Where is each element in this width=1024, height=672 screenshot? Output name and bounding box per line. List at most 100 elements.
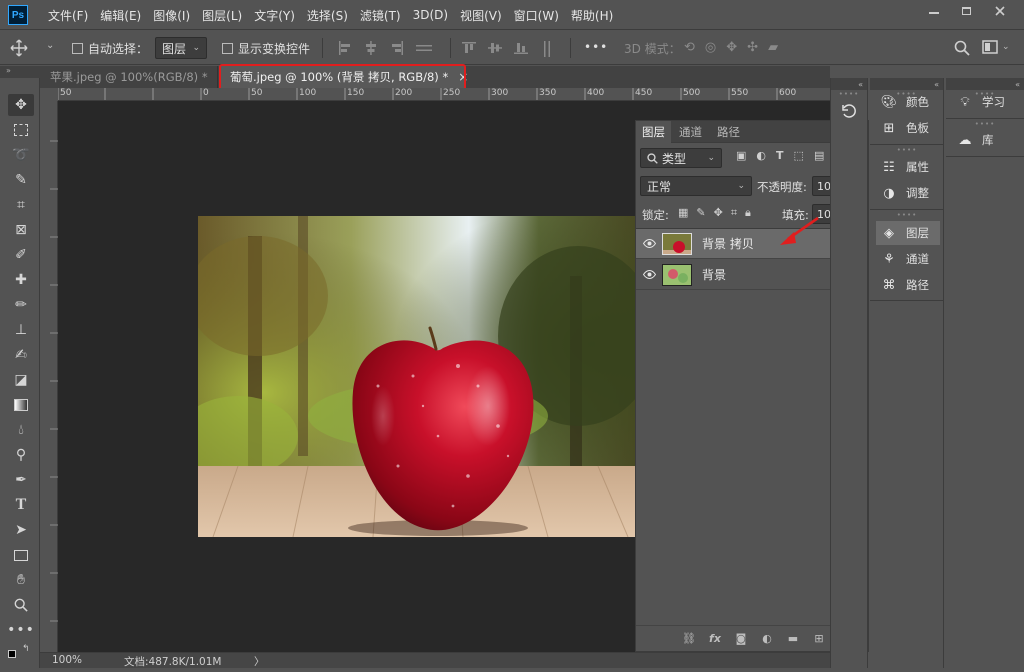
path-selection-tool[interactable]: ➤	[8, 519, 34, 541]
gradient-tool[interactable]	[8, 394, 34, 416]
filter-shape-icon[interactable]: ⬚	[794, 149, 804, 162]
search-button[interactable]	[954, 40, 970, 56]
blur-tool[interactable]: 💧︎	[8, 419, 34, 441]
menu-filter[interactable]: 滤镜(T)	[354, 7, 407, 24]
3d-slide-icon[interactable]: ✣	[747, 40, 758, 55]
new-layer-icon[interactable]: ⊞	[810, 632, 828, 645]
move-tool[interactable]: ✥	[8, 94, 34, 116]
dock-libraries[interactable]: ☁︎ 库	[952, 128, 1016, 152]
align-right-icon[interactable]	[390, 41, 404, 55]
auto-select-target-dropdown[interactable]: 图层 ⌄	[155, 37, 207, 59]
new-adjustment-icon[interactable]: ◐	[758, 632, 776, 645]
align-middle-icon[interactable]	[488, 41, 502, 55]
filter-smart-object-icon[interactable]: ▤	[814, 149, 824, 162]
menu-type[interactable]: 文字(Y)	[248, 7, 301, 24]
add-mask-icon[interactable]: ◙	[732, 632, 750, 645]
tab-paths[interactable]: 路径	[711, 121, 746, 143]
visibility-toggle[interactable]	[636, 239, 662, 248]
eraser-tool[interactable]: ◪	[8, 369, 34, 391]
lock-image-icon[interactable]: ✎	[696, 206, 705, 220]
chevron-down-icon[interactable]: ⌄	[46, 40, 54, 51]
3d-roll-icon[interactable]: ◎	[705, 40, 716, 55]
default-colors-icon[interactable]	[8, 650, 16, 658]
move-tool-preset[interactable]	[10, 39, 28, 57]
filter-type-icon[interactable]: T	[776, 149, 784, 162]
collapse-dock-icon[interactable]: «	[870, 78, 943, 90]
show-transform-checkbox[interactable]	[222, 43, 233, 54]
history-button[interactable]	[831, 102, 867, 120]
marquee-tool[interactable]	[8, 119, 34, 141]
visibility-toggle[interactable]	[636, 270, 662, 279]
edit-toolbar-button[interactable]: •••	[7, 619, 34, 641]
more-options-button[interactable]: •••	[584, 40, 608, 54]
dock-layers[interactable]: ◈ 图层	[876, 221, 940, 245]
distribute-vertical-icon[interactable]	[540, 41, 554, 57]
dock-properties[interactable]: ☷ 属性	[876, 155, 940, 179]
collapse-toolbar-icon[interactable]: »	[0, 66, 40, 78]
3d-pan-icon[interactable]: ✥	[726, 40, 737, 55]
tab-layers[interactable]: 图层	[636, 121, 671, 143]
dock-adjustments[interactable]: ◑ 调整	[876, 181, 940, 205]
layer-filter-dropdown[interactable]: 类型 ⌄	[640, 148, 722, 168]
lasso-tool[interactable]: ➰	[8, 144, 34, 166]
filter-adjustment-icon[interactable]: ◐	[756, 149, 766, 162]
collapse-dock-icon[interactable]: «	[946, 78, 1024, 90]
rectangle-tool[interactable]	[8, 544, 34, 566]
lock-position-icon[interactable]: ✥	[714, 206, 723, 220]
menu-select[interactable]: 选择(S)	[301, 7, 354, 24]
menu-image[interactable]: 图像(I)	[147, 7, 196, 24]
crop-tool[interactable]: ⌗	[8, 194, 34, 216]
layer-row-background[interactable]: 背景 🔒︎	[636, 260, 856, 290]
dock-channels[interactable]: ⚘ 通道	[876, 247, 940, 271]
blend-mode-dropdown[interactable]: 正常 ⌄	[640, 176, 752, 196]
fx-icon[interactable]: fx	[706, 632, 724, 645]
apple-photo[interactable]	[198, 216, 635, 537]
menu-help[interactable]: 帮助(H)	[565, 7, 619, 24]
frame-tool[interactable]: ⊠	[8, 219, 34, 241]
quick-selection-tool[interactable]: ✎	[8, 169, 34, 191]
ruler-origin[interactable]	[40, 88, 58, 101]
zoom-level[interactable]: 100%	[52, 654, 82, 666]
workspace-switcher[interactable]: ⌄	[982, 40, 1010, 54]
swap-colors-icon[interactable]: ↰	[22, 644, 30, 654]
minimize-button[interactable]	[918, 0, 950, 22]
healing-brush-tool[interactable]: ✚	[8, 269, 34, 291]
dock-learn[interactable]: 💡︎ 学习	[952, 90, 1016, 114]
dock-swatches[interactable]: ⊞ 色板	[876, 116, 940, 140]
pen-tool[interactable]: ✒	[8, 469, 34, 491]
vertical-ruler[interactable]	[40, 101, 58, 652]
menu-edit[interactable]: 编辑(E)	[94, 7, 147, 24]
align-center-icon[interactable]	[364, 41, 378, 55]
menu-layer[interactable]: 图层(L)	[196, 7, 248, 24]
horizontal-ruler[interactable]: 50 0 50 100 150 200 250 300 350 400 450 …	[58, 88, 830, 101]
align-left-icon[interactable]	[338, 41, 352, 55]
link-layers-icon[interactable]: ⛓︎	[680, 632, 698, 645]
menu-window[interactable]: 窗口(W)	[508, 7, 565, 24]
tab-apple[interactable]: 苹果.jpeg @ 100%(RGB/8) *	[40, 66, 218, 88]
lock-artboard-icon[interactable]: ⌗	[731, 206, 737, 220]
type-tool[interactable]: T	[8, 494, 34, 516]
menu-3d[interactable]: 3D(D)	[407, 8, 454, 22]
lock-all-icon[interactable]: 🔒︎	[745, 206, 751, 220]
dock-color[interactable]: 🎨︎ 颜色	[876, 90, 940, 114]
brush-tool[interactable]: ✏	[8, 294, 34, 316]
3d-camera-icon[interactable]: ▰	[768, 40, 778, 55]
new-group-icon[interactable]: ▬	[784, 632, 802, 645]
collapse-dock-icon[interactable]: «	[831, 78, 867, 90]
3d-orbit-icon[interactable]: ⟲	[684, 40, 695, 55]
close-window-button[interactable]	[984, 0, 1016, 22]
dodge-tool[interactable]: ⚲	[8, 444, 34, 466]
distribute-horizontal-icon[interactable]	[416, 41, 432, 55]
auto-select-checkbox[interactable]	[72, 43, 83, 54]
menu-file[interactable]: 文件(F)	[42, 7, 94, 24]
filter-pixel-icon[interactable]: ▣	[736, 149, 746, 162]
eyedropper-tool[interactable]: ✐	[8, 244, 34, 266]
align-top-icon[interactable]	[462, 41, 476, 55]
dock-paths[interactable]: ⌘ 路径	[876, 273, 940, 297]
clone-stamp-tool[interactable]: ⊥	[8, 319, 34, 341]
zoom-tool[interactable]	[8, 594, 34, 616]
hand-tool[interactable]: ✋︎	[8, 569, 34, 591]
layer-row-background-copy[interactable]: 背景 拷贝	[636, 229, 856, 259]
menu-view[interactable]: 视图(V)	[454, 7, 508, 24]
layer-name[interactable]: 背景 拷贝	[702, 235, 754, 252]
